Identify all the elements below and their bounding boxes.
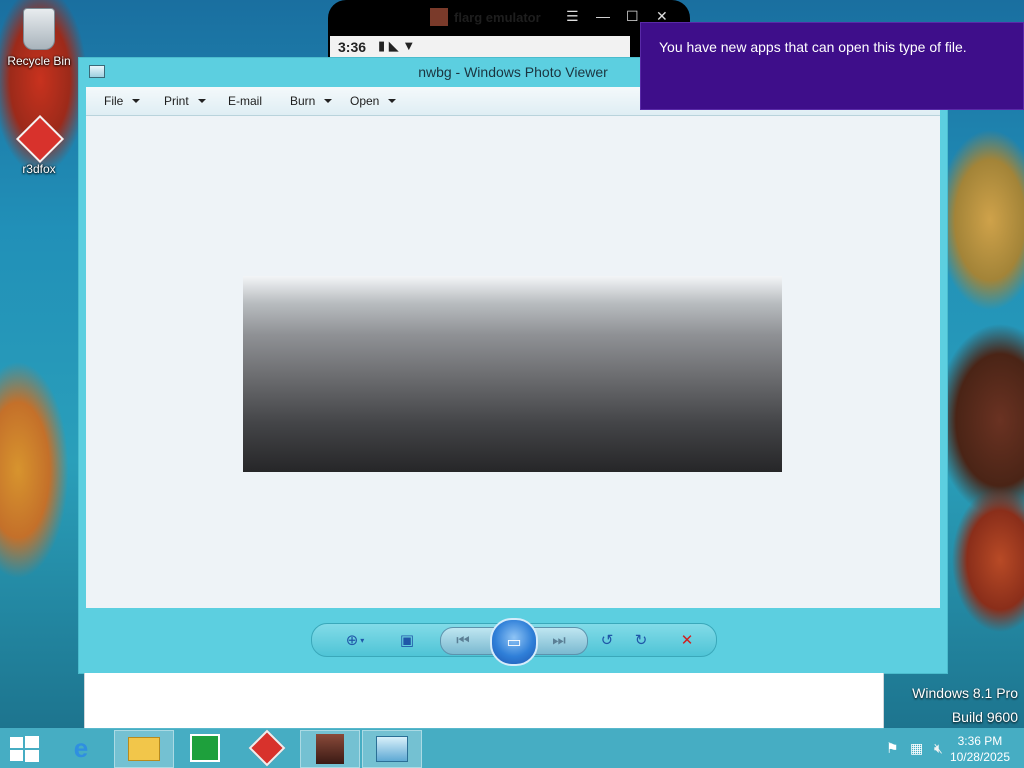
r3dfox-taskbar-icon[interactable] — [238, 729, 296, 767]
clock-time: 3:36 PM — [957, 734, 1003, 748]
r3dfox-label: r3dfox — [22, 162, 56, 176]
menu-email[interactable]: E-mail — [228, 94, 262, 108]
clock[interactable]: 3:36 PM 10/28/2025 — [950, 733, 1010, 765]
r3dfox-shortcut[interactable]: r3dfox — [4, 114, 74, 176]
os-watermark-build: Build 9600 — [951, 709, 1018, 725]
emulator-title: flarg emulator — [454, 10, 541, 25]
system-tray: ⚑ ▦ 🔇︎ 3:36 PM 10/28/2025 — [868, 728, 1024, 768]
flarg-emulator-taskbar-icon[interactable] — [300, 730, 360, 768]
recycle-bin-label: Recycle Bin — [7, 54, 71, 68]
internet-explorer-icon[interactable]: e — [52, 730, 110, 766]
r3dfox-icon — [17, 114, 61, 158]
actual-size-icon[interactable]: ▣ — [396, 630, 418, 650]
explorer-window-behind[interactable] — [84, 673, 884, 729]
slideshow-icon[interactable]: ▭ — [490, 618, 538, 666]
taskbar: e ⚑ ▦ 🔇︎ 3:36 PM 10/28/2025 — [0, 728, 1024, 768]
volume-muted-icon[interactable]: 🔇︎ — [934, 740, 943, 757]
emulator-minimize-icon[interactable]: — — [596, 8, 610, 24]
notification-text: You have new apps that can open this typ… — [659, 39, 967, 55]
file-explorer-icon[interactable] — [114, 730, 174, 768]
viewer-toolbar: ⊕ ▾ ▣ ⏮ ▭ ⏭ ↺ ↻ ✕ — [311, 618, 717, 666]
photo-viewer-taskbar-icon[interactable] — [362, 730, 422, 768]
chevron-down-icon — [388, 99, 397, 103]
recycle-bin-icon — [23, 8, 55, 50]
menu-file[interactable]: File — [104, 94, 141, 108]
network-icon[interactable]: ▦ — [910, 740, 923, 757]
emulator-window[interactable]: flarg emulator ☰ — ☐ ✕ 3:36 ▮ ◣ ▼ — [328, 0, 690, 58]
chevron-down-icon — [324, 99, 333, 103]
menu-burn[interactable]: Burn — [290, 94, 333, 108]
recycle-bin-shortcut[interactable]: Recycle Bin — [4, 8, 74, 68]
os-watermark-edition: Windows 8.1 Pro — [912, 685, 1018, 701]
previous-icon[interactable]: ⏮ — [452, 630, 474, 650]
delete-icon[interactable]: ✕ — [676, 630, 698, 650]
emulator-menu-icon[interactable]: ☰ — [566, 8, 579, 25]
clock-date: 10/28/2025 — [949, 750, 1010, 764]
rotate-clockwise-icon[interactable]: ↻ — [630, 630, 652, 650]
zoom-icon[interactable]: ⊕ ▾ — [338, 630, 372, 650]
chevron-down-icon — [132, 99, 141, 103]
displayed-image — [243, 276, 782, 472]
chevron-down-icon — [197, 99, 206, 103]
menu-open[interactable]: Open — [350, 94, 397, 108]
notification-toast[interactable]: You have new apps that can open this typ… — [640, 22, 1024, 110]
photo-viewer-window[interactable]: nwbg - Windows Photo Viewer File Print E… — [78, 57, 948, 674]
action-center-flag-icon[interactable]: ⚑ — [886, 740, 899, 757]
emulator-maximize-icon[interactable]: ☐ — [626, 8, 639, 25]
image-canvas[interactable] — [86, 116, 940, 608]
store-icon[interactable] — [176, 730, 234, 766]
emulator-status-time: 3:36 — [338, 39, 367, 55]
emulator-app-icon — [430, 8, 448, 26]
next-icon[interactable]: ⏭ — [548, 630, 570, 650]
start-button[interactable] — [10, 736, 40, 762]
emulator-status-icons: ▮ ◣ ▼ — [378, 38, 416, 53]
rotate-counterclockwise-icon[interactable]: ↺ — [596, 630, 618, 650]
emulator-screen[interactable]: 3:36 ▮ ◣ ▼ — [330, 36, 630, 58]
menu-print[interactable]: Print — [164, 94, 206, 108]
